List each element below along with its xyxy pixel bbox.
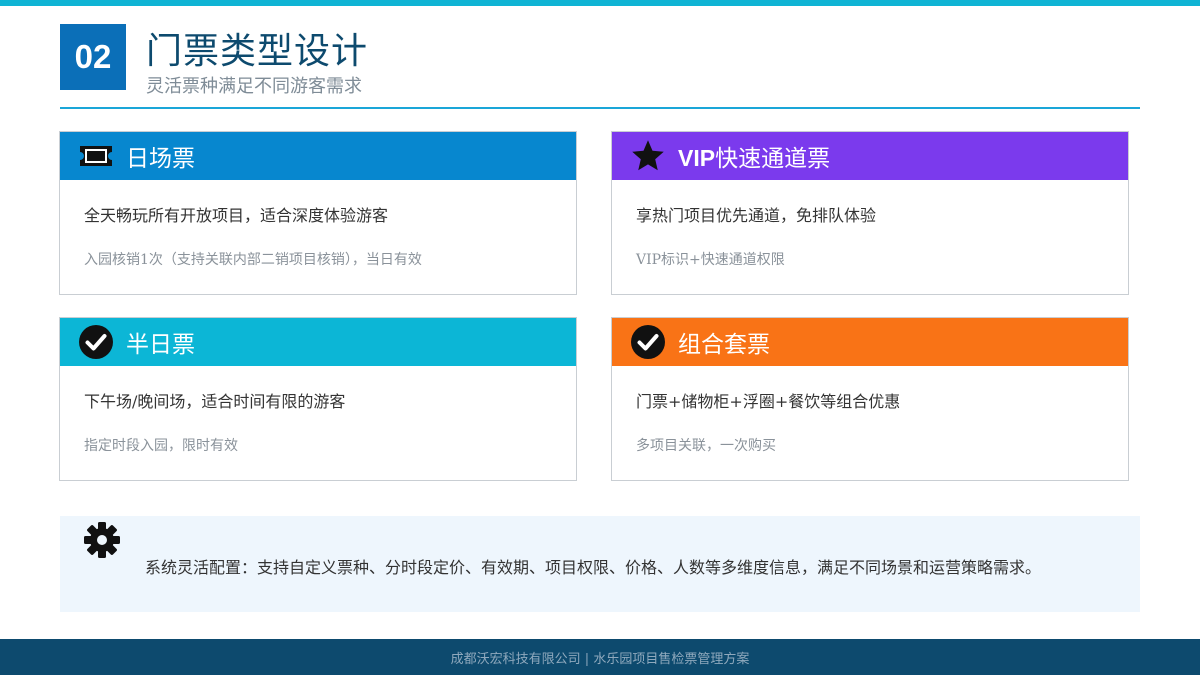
card-note: 多项目关联，一次购买 <box>636 438 776 454</box>
card-half-day-ticket: 半日票 下午场/晚间场，适合时间有限的游客 指定时段入园，限时有效 <box>59 317 577 481</box>
page-subtitle: 灵活票种满足不同游客需求 <box>146 76 362 97</box>
card-header: 日场票 <box>60 132 576 180</box>
card-title: 组合套票 <box>678 332 770 358</box>
card-note: 指定时段入园，限时有效 <box>84 438 238 454</box>
top-accent-bar <box>0 0 1200 6</box>
card-description: 享热门项目优先通道，免排队体验 <box>636 206 877 225</box>
card-combo-ticket: 组合套票 门票+储物柜+浮圈+餐饮等组合优惠 多项目关联，一次购买 <box>611 317 1129 481</box>
card-day-ticket: 日场票 全天畅玩所有开放项目，适合深度体验游客 入园核销1次（支持关联内部二销项… <box>59 131 577 295</box>
card-header: 组合套票 <box>612 318 1128 366</box>
card-title: 日场票 <box>126 146 195 172</box>
check-circle-icon <box>630 324 666 360</box>
footer: 成都沃宏科技有限公司 | 水乐园项目售检票管理方案 <box>0 639 1200 675</box>
config-panel: 系统灵活配置：支持自定义票种、分时段定价、有效期、项目权限、价格、人数等多维度信… <box>60 516 1140 612</box>
page-title: 门票类型设计 <box>146 31 369 72</box>
card-description: 全天畅玩所有开放项目，适合深度体验游客 <box>84 206 389 225</box>
card-title: 半日票 <box>126 332 195 358</box>
card-title-vip: VIP <box>678 145 716 171</box>
card-header: VIP快速通道票 <box>612 132 1128 180</box>
card-description: 门票+储物柜+浮圈+餐饮等组合优惠 <box>636 392 901 411</box>
check-circle-icon <box>78 324 114 360</box>
card-title-rest: 快速通道票 <box>715 146 831 172</box>
card-header: 半日票 <box>60 318 576 366</box>
star-icon <box>630 138 666 174</box>
footer-text: 成都沃宏科技有限公司 | 水乐园项目售检票管理方案 <box>450 651 750 667</box>
section-number-badge: 02 <box>60 24 126 90</box>
config-text: 系统灵活配置：支持自定义票种、分时段定价、有效期、项目权限、价格、人数等多维度信… <box>145 558 1042 577</box>
card-title: VIP快速通道票 <box>678 139 830 173</box>
ticket-icon <box>78 138 114 174</box>
card-description: 下午场/晚间场，适合时间有限的游客 <box>84 392 346 411</box>
title-divider <box>60 107 1140 109</box>
gear-icon <box>82 520 122 560</box>
card-note: VIP标识+快速通道权限 <box>636 252 785 268</box>
card-vip-ticket: VIP快速通道票 享热门项目优先通道，免排队体验 VIP标识+快速通道权限 <box>611 131 1129 295</box>
card-note: 入园核销1次（支持关联内部二销项目核销），当日有效 <box>84 252 422 268</box>
